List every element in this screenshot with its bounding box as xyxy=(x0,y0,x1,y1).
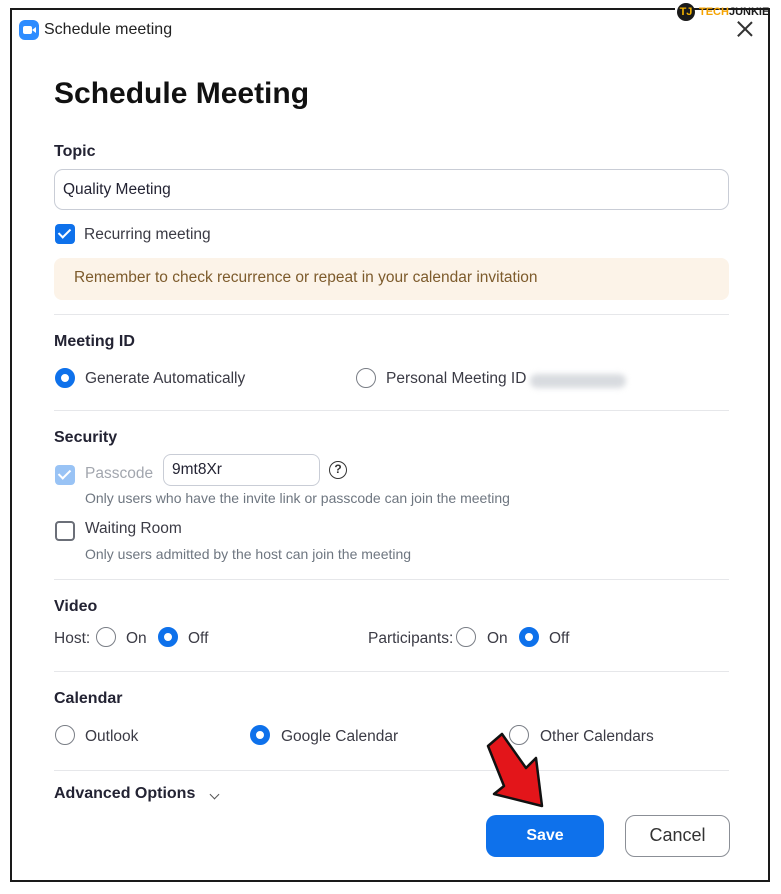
chevron-down-icon xyxy=(209,789,220,800)
waiting-room-note: Only users admitted by the host can join… xyxy=(85,546,412,562)
passcode-checkbox[interactable] xyxy=(55,465,75,485)
participants-video-on-label: On xyxy=(487,630,508,647)
generate-automatically-label: Generate Automatically xyxy=(85,370,246,387)
host-video-on-label: On xyxy=(126,630,147,647)
participants-video-off-radio[interactable] xyxy=(519,627,539,647)
blurred-meeting-id xyxy=(530,374,626,388)
calendar-label: Calendar xyxy=(54,690,123,707)
divider xyxy=(54,770,729,771)
host-video-on-radio[interactable] xyxy=(96,627,116,647)
video-label: Video xyxy=(54,598,98,615)
google-calendar-radio[interactable] xyxy=(250,725,270,745)
video-participants-label: Participants: xyxy=(368,630,454,647)
page-title: Schedule Meeting xyxy=(54,77,310,110)
window-title: Schedule meeting xyxy=(44,21,173,38)
divider xyxy=(54,410,729,411)
passcode-label: Passcode xyxy=(85,465,154,482)
divider xyxy=(54,314,729,315)
security-label: Security xyxy=(54,429,118,446)
waiting-room-label: Waiting Room xyxy=(85,520,182,537)
recurring-meeting-checkbox[interactable] xyxy=(55,224,75,244)
help-icon[interactable]: ? xyxy=(329,461,347,479)
cancel-button[interactable]: Cancel xyxy=(625,815,730,857)
divider xyxy=(54,579,729,580)
recurrence-notice: Remember to check recurrence or repeat i… xyxy=(54,258,729,300)
other-calendars-label: Other Calendars xyxy=(540,728,654,745)
techjunkie-logo-text: TECHJUNKIE xyxy=(699,6,770,18)
save-button[interactable]: Save xyxy=(486,815,604,857)
google-calendar-label: Google Calendar xyxy=(281,728,399,745)
recurrence-notice-text: Remember to check recurrence or repeat i… xyxy=(74,269,538,286)
techjunkie-logo: TJ TECHJUNKIE xyxy=(675,3,769,23)
video-host-label: Host: xyxy=(54,630,91,647)
waiting-room-checkbox[interactable] xyxy=(55,521,75,541)
personal-meeting-id-radio[interactable] xyxy=(356,368,376,388)
techjunkie-logo-icon: TJ xyxy=(677,3,695,21)
schedule-meeting-window: Schedule meeting Schedule Meeting Topic … xyxy=(10,8,770,882)
title-bar: Schedule meeting xyxy=(12,10,768,50)
close-icon[interactable] xyxy=(734,18,756,40)
generate-automatically-radio[interactable] xyxy=(55,368,75,388)
recurring-meeting-label: Recurring meeting xyxy=(84,226,211,243)
host-video-off-radio[interactable] xyxy=(158,627,178,647)
advanced-options-toggle[interactable]: Advanced Options xyxy=(54,785,195,803)
host-video-off-label: Off xyxy=(188,630,209,647)
personal-meeting-id-label: Personal Meeting ID xyxy=(386,370,527,387)
outlook-label: Outlook xyxy=(85,728,139,745)
outlook-radio[interactable] xyxy=(55,725,75,745)
topic-label: Topic xyxy=(54,143,96,160)
participants-video-on-radio[interactable] xyxy=(456,627,476,647)
passcode-note: Only users who have the invite link or p… xyxy=(85,490,510,506)
zoom-app-icon xyxy=(19,20,39,40)
meeting-id-label: Meeting ID xyxy=(54,333,135,350)
passcode-input[interactable] xyxy=(163,454,320,486)
red-arrow-icon xyxy=(486,732,544,808)
participants-video-off-label: Off xyxy=(549,630,570,647)
divider xyxy=(54,671,729,672)
topic-input[interactable] xyxy=(54,169,729,210)
